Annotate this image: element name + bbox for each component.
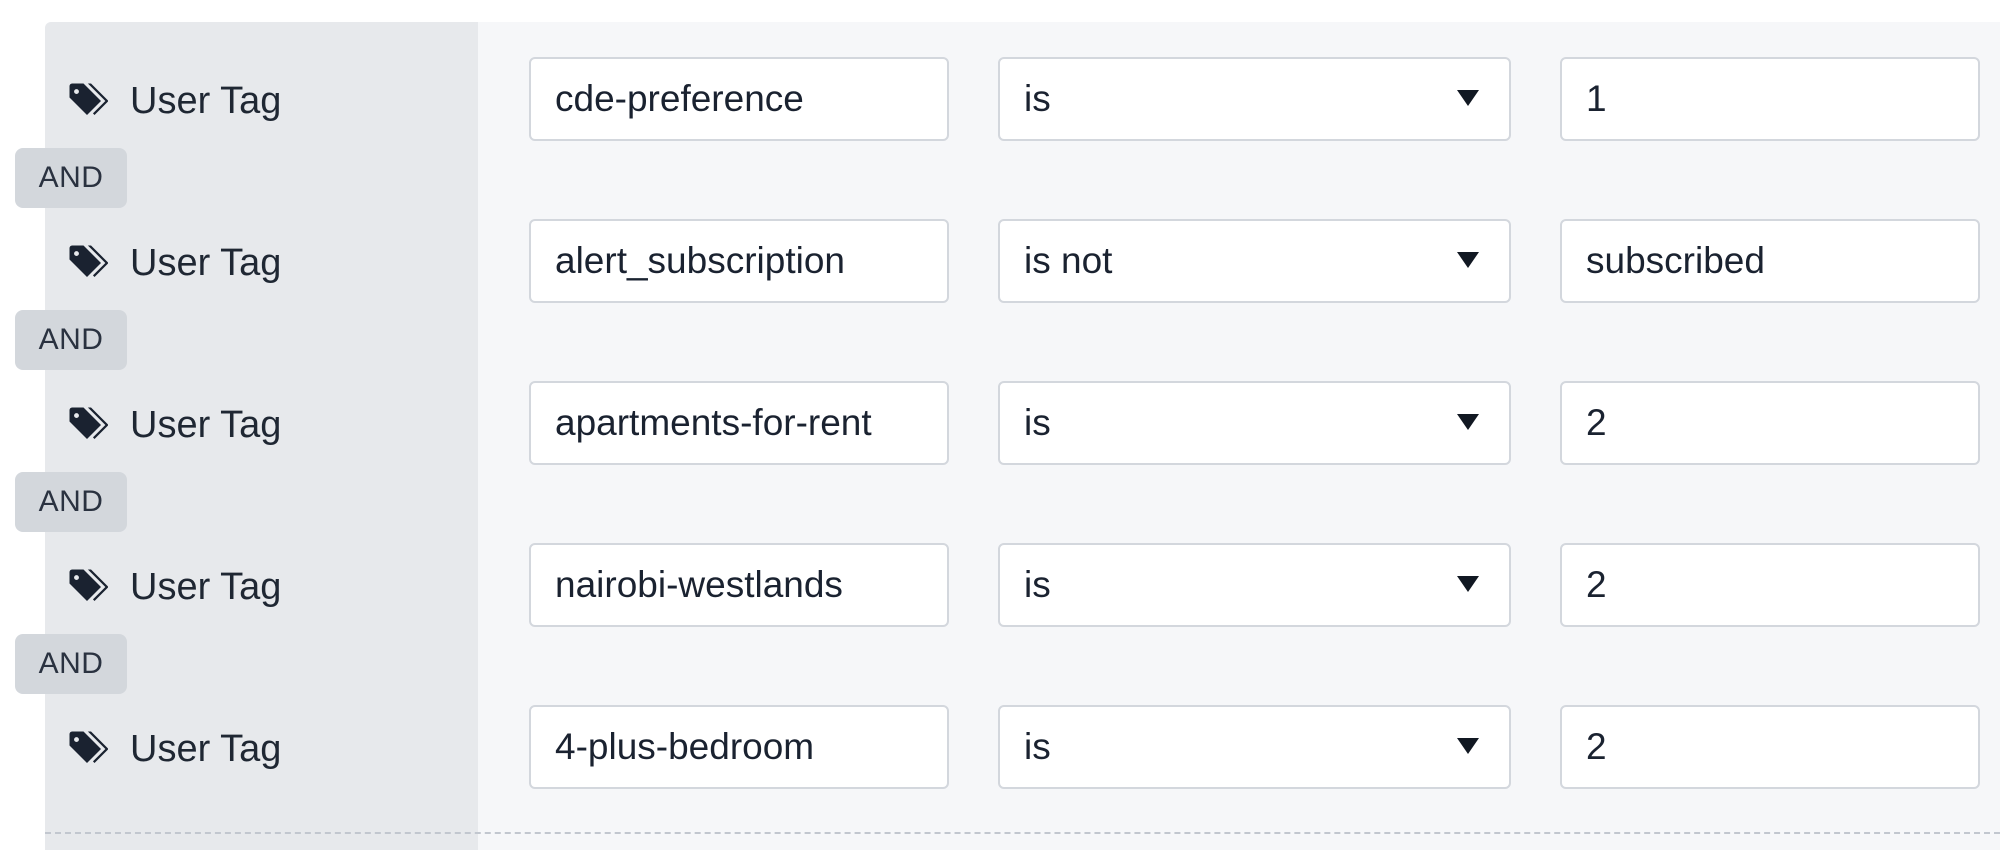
tag-key-value: apartments-for-rent — [555, 402, 872, 443]
rule-type-text: User Tag — [130, 403, 282, 446]
tag-key-value: nairobi-westlands — [555, 564, 843, 605]
tag-value-value: 2 — [1586, 726, 1607, 767]
operator-value: is — [1024, 726, 1051, 767]
tag-value-input[interactable]: subscribed — [1560, 219, 1980, 303]
tag-value-value: 2 — [1586, 564, 1607, 605]
tag-icon — [66, 728, 108, 770]
tag-key-input[interactable]: apartments-for-rent — [529, 381, 949, 465]
tag-key-input[interactable]: 4-plus-bedroom — [529, 705, 949, 789]
rule-type-label: User Tag — [66, 561, 281, 613]
rule-type-label: User Tag — [66, 723, 281, 775]
tag-key-value: cde-preference — [555, 78, 804, 119]
and-connector[interactable]: AND — [15, 472, 127, 532]
operator-select[interactable]: is — [998, 57, 1511, 141]
rule-type-text: User Tag — [130, 727, 282, 770]
operator-select[interactable]: is — [998, 543, 1511, 627]
caret-down-icon — [1457, 414, 1479, 430]
rule-type-text: User Tag — [130, 79, 282, 122]
and-connector[interactable]: AND — [15, 634, 127, 694]
tag-key-value: 4-plus-bedroom — [555, 726, 815, 767]
rule-type-label: User Tag — [66, 75, 281, 127]
operator-value: is not — [1024, 240, 1113, 281]
operator-value: is — [1024, 402, 1051, 443]
rule-type-label: User Tag — [66, 399, 281, 451]
rule-type-text: User Tag — [130, 241, 282, 284]
rule-row: User Tag nairobi-westlands is 2 — [0, 543, 2000, 631]
rule-row: User Tag alert_subscription is not subsc… — [0, 219, 2000, 307]
tag-value-input[interactable]: 1 — [1560, 57, 1980, 141]
rule-type-text: User Tag — [130, 565, 282, 608]
and-connector[interactable]: AND — [15, 148, 127, 208]
caret-down-icon — [1457, 252, 1479, 268]
rule-row: User Tag apartments-for-rent is 2 — [0, 381, 2000, 469]
tag-value-input[interactable]: 2 — [1560, 705, 1980, 789]
caret-down-icon — [1457, 576, 1479, 592]
section-divider — [45, 832, 2000, 834]
operator-select[interactable]: is — [998, 381, 1511, 465]
tag-value-input[interactable]: 2 — [1560, 381, 1980, 465]
operator-value: is — [1024, 564, 1051, 605]
rule-row: User Tag cde-preference is 1 — [0, 57, 2000, 145]
caret-down-icon — [1457, 90, 1479, 106]
operator-select[interactable]: is — [998, 705, 1511, 789]
rule-row: User Tag 4-plus-bedroom is 2 — [0, 705, 2000, 793]
tag-icon — [66, 404, 108, 446]
tag-icon — [66, 80, 108, 122]
tag-icon — [66, 566, 108, 608]
rule-type-label: User Tag — [66, 237, 281, 289]
operator-value: is — [1024, 78, 1051, 119]
operator-select[interactable]: is not — [998, 219, 1511, 303]
tag-key-value: alert_subscription — [555, 240, 845, 281]
caret-down-icon — [1457, 738, 1479, 754]
tag-value-input[interactable]: 2 — [1560, 543, 1980, 627]
tag-icon — [66, 242, 108, 284]
tag-value-value: subscribed — [1586, 240, 1765, 281]
tag-value-value: 1 — [1586, 78, 1607, 119]
and-connector[interactable]: AND — [15, 310, 127, 370]
tag-value-value: 2 — [1586, 402, 1607, 443]
tag-key-input[interactable]: cde-preference — [529, 57, 949, 141]
tag-key-input[interactable]: nairobi-westlands — [529, 543, 949, 627]
tag-key-input[interactable]: alert_subscription — [529, 219, 949, 303]
